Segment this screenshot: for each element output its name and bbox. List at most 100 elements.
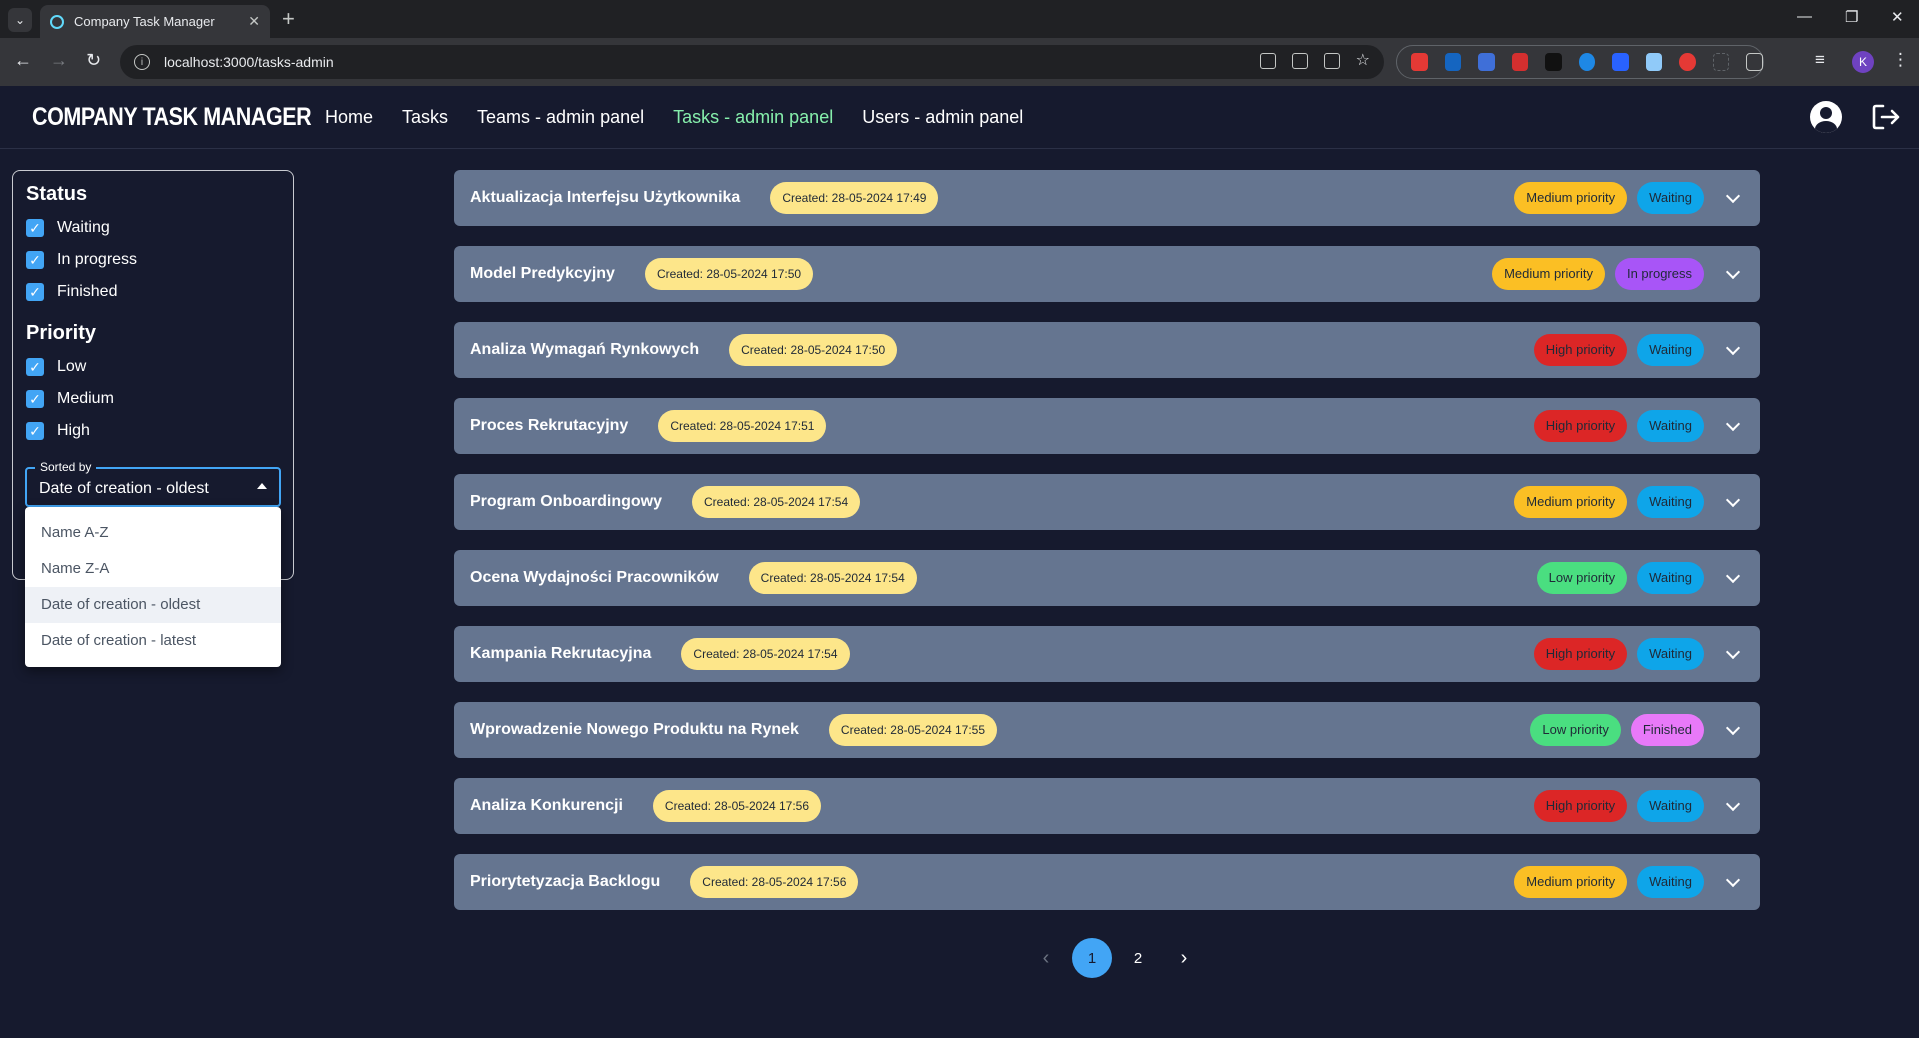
extensions-puzzle-icon[interactable] bbox=[1746, 53, 1764, 71]
task-row[interactable]: Model Predykcyjny Created: 28-05-2024 17… bbox=[454, 246, 1760, 302]
forward-icon[interactable]: → bbox=[50, 50, 68, 71]
status-badge: Finished bbox=[1630, 714, 1704, 746]
pagination: ‹ 1 2 › bbox=[1026, 938, 1204, 978]
status-badge: Waiting bbox=[1637, 790, 1704, 822]
nav-tasks-admin[interactable]: Tasks - admin panel bbox=[673, 107, 833, 128]
sort-option-date-latest[interactable]: Date of creation - latest bbox=[25, 623, 281, 659]
created-date-badge: Created: 28-05-2024 17:51 bbox=[658, 410, 827, 442]
checkbox-checked-icon[interactable]: ✓ bbox=[26, 390, 44, 408]
task-row[interactable]: Aktualizacja Interfejsu Użytkownika Crea… bbox=[454, 170, 1760, 226]
tab-close-icon[interactable]: ✕ bbox=[248, 13, 260, 30]
tab-search-icon[interactable]: ⌄ bbox=[8, 8, 32, 32]
nav-home[interactable]: Home bbox=[325, 107, 373, 128]
status-filter-in-progress[interactable]: ✓ In progress bbox=[26, 244, 280, 276]
task-row[interactable]: Ocena Wydajności Pracowników Created: 28… bbox=[454, 550, 1760, 606]
url-text: localhost:3000/tasks-admin bbox=[164, 54, 334, 70]
task-row[interactable]: Analiza Konkurencji Created: 28-05-2024 … bbox=[454, 778, 1760, 834]
status-filter-waiting[interactable]: ✓ Waiting bbox=[26, 212, 280, 244]
install-app-icon[interactable] bbox=[1291, 53, 1308, 69]
reload-icon[interactable]: ↻ bbox=[86, 50, 101, 71]
checkbox-checked-icon[interactable]: ✓ bbox=[26, 251, 44, 269]
checkbox-checked-icon[interactable]: ✓ bbox=[26, 358, 44, 376]
checkbox-checked-icon[interactable]: ✓ bbox=[26, 219, 44, 237]
expand-chevron-icon[interactable] bbox=[1725, 796, 1741, 812]
status-filter-finished[interactable]: ✓ Finished bbox=[26, 276, 280, 308]
minimize-icon[interactable]: — bbox=[1797, 8, 1812, 25]
browser-tab[interactable]: Company Task Manager ✕ bbox=[40, 5, 270, 38]
brand-logo[interactable]: COMPANY TASK MANAGER bbox=[32, 103, 312, 132]
expand-chevron-icon[interactable] bbox=[1725, 264, 1741, 280]
task-row[interactable]: Wprowadzenie Nowego Produktu na Rynek Cr… bbox=[454, 702, 1760, 758]
password-key-icon[interactable] bbox=[1259, 53, 1276, 69]
checkbox-checked-icon[interactable]: ✓ bbox=[26, 283, 44, 301]
task-name: Priorytetyzacja Backlogu bbox=[470, 873, 661, 890]
task-name: Ocena Wydajności Pracowników bbox=[470, 569, 719, 586]
task-row[interactable]: Analiza Wymagań Rynkowych Created: 28-05… bbox=[454, 322, 1760, 378]
nav-users-admin[interactable]: Users - admin panel bbox=[862, 107, 1023, 128]
browser-menu-icon[interactable]: ⋮ bbox=[1892, 50, 1909, 70]
expand-chevron-icon[interactable] bbox=[1725, 340, 1741, 356]
priority-filter-low[interactable]: ✓ Low bbox=[26, 351, 280, 383]
checkbox-checked-icon[interactable]: ✓ bbox=[26, 422, 44, 440]
expand-chevron-icon[interactable] bbox=[1725, 568, 1741, 584]
priority-filter-title: Priority bbox=[26, 322, 97, 344]
account-circle-icon[interactable] bbox=[1810, 101, 1842, 133]
priority-filter-medium[interactable]: ✓ Medium bbox=[26, 383, 280, 415]
site-info-icon[interactable]: i bbox=[134, 54, 150, 70]
prev-page-icon[interactable]: ‹ bbox=[1026, 938, 1066, 978]
extension-icon[interactable] bbox=[1478, 53, 1495, 71]
expand-chevron-icon[interactable] bbox=[1725, 416, 1741, 432]
sort-option-name-asc[interactable]: Name A-Z bbox=[25, 515, 281, 551]
translate-icon[interactable] bbox=[1323, 53, 1340, 69]
expand-chevron-icon[interactable] bbox=[1725, 188, 1741, 204]
nav-teams-admin[interactable]: Teams - admin panel bbox=[477, 107, 644, 128]
expand-chevron-icon[interactable] bbox=[1725, 492, 1741, 508]
extension-icon[interactable] bbox=[1411, 53, 1428, 71]
priority-badge: Medium priority bbox=[1492, 258, 1605, 290]
task-row[interactable]: Kampania Rekrutacyjna Created: 28-05-202… bbox=[454, 626, 1760, 682]
task-row[interactable]: Priorytetyzacja Backlogu Created: 28-05-… bbox=[454, 854, 1760, 910]
nav-tasks[interactable]: Tasks bbox=[402, 107, 448, 128]
task-row[interactable]: Program Onboardingowy Created: 28-05-202… bbox=[454, 474, 1760, 530]
expand-chevron-icon[interactable] bbox=[1725, 720, 1741, 736]
priority-filter-high[interactable]: ✓ High bbox=[26, 415, 280, 447]
checkbox-label: Finished bbox=[57, 283, 118, 300]
address-bar[interactable]: i localhost:3000/tasks-admin ☆ bbox=[120, 45, 1384, 79]
status-filter-title: Status bbox=[26, 183, 88, 205]
task-name: Kampania Rekrutacyjna bbox=[470, 645, 652, 662]
logout-icon[interactable] bbox=[1870, 101, 1902, 133]
expand-chevron-icon[interactable] bbox=[1725, 872, 1741, 888]
extension-icon[interactable] bbox=[1712, 53, 1730, 71]
priority-badge: Medium priority bbox=[1514, 182, 1628, 214]
expand-chevron-icon[interactable] bbox=[1725, 644, 1741, 660]
restore-icon[interactable]: ❐ bbox=[1845, 8, 1858, 26]
task-name: Wprowadzenie Nowego Produktu na Rynek bbox=[470, 721, 799, 738]
priority-badge: Medium priority bbox=[1514, 486, 1628, 518]
extension-icon[interactable] bbox=[1444, 53, 1462, 71]
extension-icon[interactable] bbox=[1511, 53, 1529, 71]
sort-option-date-oldest[interactable]: Date of creation - oldest bbox=[25, 587, 281, 623]
caret-up-icon[interactable] bbox=[257, 483, 267, 489]
page-button-1[interactable]: 1 bbox=[1072, 938, 1112, 978]
bookmark-star-icon[interactable]: ☆ bbox=[1356, 53, 1370, 69]
extension-icon[interactable] bbox=[1645, 53, 1663, 71]
new-tab-icon[interactable]: + bbox=[282, 6, 295, 32]
browser-tabstrip: ⌄ Company Task Manager ✕ + — ❐ ✕ bbox=[0, 0, 1919, 38]
sort-select-label: Sorted by bbox=[35, 460, 97, 474]
page-button-2[interactable]: 2 bbox=[1118, 938, 1158, 978]
extension-icon[interactable] bbox=[1679, 53, 1696, 71]
status-badge: Waiting bbox=[1637, 486, 1704, 518]
profile-avatar[interactable]: K bbox=[1852, 51, 1874, 73]
extension-icon[interactable] bbox=[1578, 53, 1596, 71]
reading-list-icon[interactable]: ≡ bbox=[1815, 50, 1825, 70]
sort-select[interactable]: Sorted by Date of creation - oldest bbox=[25, 460, 281, 507]
task-row[interactable]: Proces Rekrutacyjny Created: 28-05-2024 … bbox=[454, 398, 1760, 454]
sort-option-name-desc[interactable]: Name Z-A bbox=[25, 551, 281, 587]
extension-icon[interactable] bbox=[1545, 53, 1562, 71]
extension-icon[interactable] bbox=[1612, 53, 1629, 71]
back-icon[interactable]: ← bbox=[14, 50, 32, 71]
next-page-icon[interactable]: › bbox=[1164, 938, 1204, 978]
priority-badge: Low priority bbox=[1530, 714, 1621, 746]
checkbox-label: In progress bbox=[57, 251, 138, 268]
close-window-icon[interactable]: ✕ bbox=[1891, 8, 1904, 26]
